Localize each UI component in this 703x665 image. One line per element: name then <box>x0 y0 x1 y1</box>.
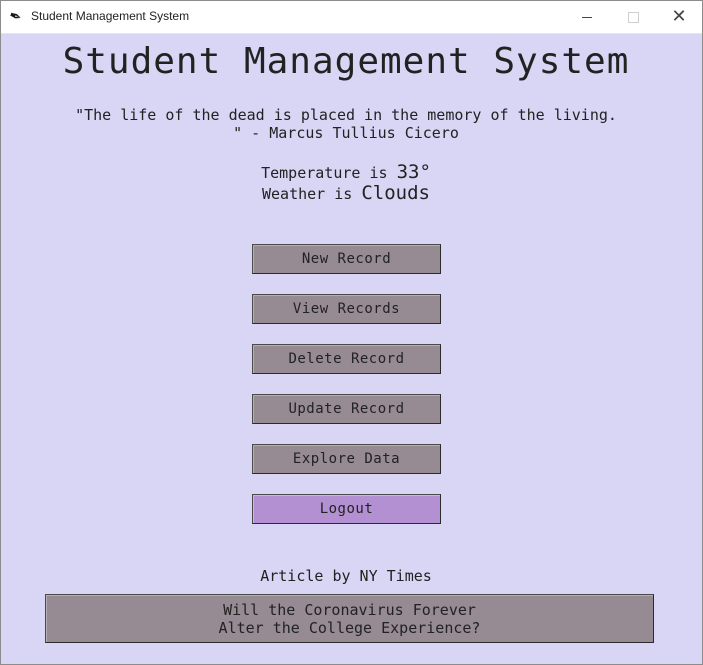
logout-button[interactable]: Logout <box>252 494 441 524</box>
main-content: Student Management System "The life of t… <box>1 34 702 664</box>
minimize-icon <box>582 16 592 18</box>
title-bar: ✒ Student Management System ✕ <box>1 1 702 34</box>
minimize-button[interactable] <box>564 1 610 33</box>
app-window: ✒ Student Management System ✕ Student Ma… <box>0 0 703 665</box>
maximize-button[interactable] <box>610 1 656 33</box>
window-title: Student Management System <box>31 9 190 23</box>
explore-data-button[interactable]: Explore Data <box>252 444 441 474</box>
close-icon: ✕ <box>671 6 687 27</box>
delete-record-button[interactable]: Delete Record <box>252 344 441 374</box>
maximize-icon <box>627 11 639 23</box>
feather-icon: ✒ <box>6 5 25 28</box>
temperature-line: Temperature is 33° <box>1 162 691 183</box>
weather-line: Weather is Clouds <box>1 183 691 204</box>
weather-value: Clouds <box>361 182 430 204</box>
page-title: Student Management System <box>62 41 630 82</box>
article-button[interactable]: Will the Coronavirus Forever Alter the C… <box>45 594 654 643</box>
weather-label: Weather is <box>262 185 362 203</box>
temperature-value: 33° <box>396 161 431 183</box>
quote-text: "The life of the dead is placed in the m… <box>75 106 617 142</box>
temperature-label: Temperature is <box>261 164 397 182</box>
weather-panel: Temperature is 33° Weather is Clouds <box>1 162 691 204</box>
close-button[interactable]: ✕ <box>656 1 702 33</box>
view-records-button[interactable]: View Records <box>252 294 441 324</box>
update-record-button[interactable]: Update Record <box>252 394 441 424</box>
article-source-label: Article by NY Times <box>260 567 432 585</box>
new-record-button[interactable]: New Record <box>252 244 441 274</box>
